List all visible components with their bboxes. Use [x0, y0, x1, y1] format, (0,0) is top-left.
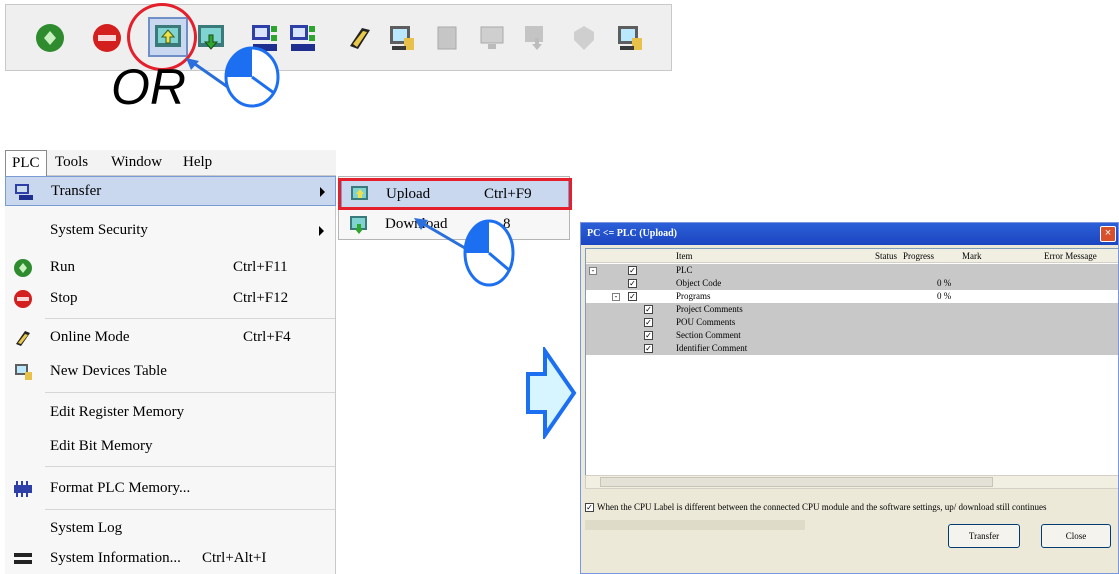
row-checkbox[interactable]: ✓ — [628, 266, 637, 275]
download-device-icon[interactable] — [287, 22, 319, 54]
transfer-icon — [14, 182, 34, 202]
menu-item-new-devices-table[interactable]: New Devices Table — [5, 357, 336, 387]
format-memory-icon — [13, 479, 33, 499]
stop-icon[interactable] — [91, 22, 123, 54]
menu-item-format-plc-memory[interactable]: Format PLC Memory... — [5, 474, 336, 504]
online-mode-icon[interactable] — [344, 22, 376, 54]
option-label: When the CPU Label is different between … — [597, 502, 1047, 512]
new-devices-table-icon[interactable] — [614, 22, 646, 54]
menu-bar: PLC Tools Window Help — [5, 150, 336, 176]
table-row[interactable]: ✓ Object Code 0 % — [586, 277, 1118, 290]
disabled-icon — [476, 22, 508, 54]
menu-separator — [45, 466, 335, 467]
download-icon — [349, 215, 369, 235]
plc-menu: Transfer System Security Run Ctrl+F11 St… — [5, 176, 336, 574]
menu-separator — [45, 318, 335, 319]
row-checkbox[interactable]: ✓ — [628, 292, 637, 301]
menu-item-system-information[interactable]: System Information... Ctrl+Alt+I — [5, 544, 336, 574]
table-row[interactable]: - ✓ PLC — [586, 264, 1118, 277]
mouse-icon — [224, 46, 280, 108]
menu-item-online-mode[interactable]: Online Mode Ctrl+F4 — [5, 323, 336, 353]
menu-item-system-security[interactable]: System Security — [5, 216, 336, 246]
horizontal-scrollbar[interactable] — [585, 475, 1118, 489]
close-icon[interactable]: × — [1100, 226, 1116, 242]
disabled-icon — [568, 22, 600, 54]
or-label: OR — [111, 59, 186, 115]
transfer-grid: Item Status Progress Mark Error Message … — [585, 248, 1118, 476]
upload-dialog: PC <= PLC (Upload) × Item Status Progres… — [580, 222, 1119, 574]
row-checkbox[interactable]: ✓ — [644, 305, 653, 314]
stop-icon — [13, 289, 33, 309]
menu-help[interactable]: Help — [183, 154, 212, 171]
menu-item-edit-register-memory[interactable]: Edit Register Memory — [5, 398, 336, 428]
close-button[interactable]: Close — [1041, 524, 1111, 548]
row-checkbox[interactable]: ✓ — [644, 331, 653, 340]
submenu-arrow-icon — [319, 226, 324, 236]
menu-window[interactable]: Window — [111, 154, 162, 171]
option-checkbox[interactable]: ✓ — [585, 503, 594, 513]
row-checkbox[interactable]: ✓ — [628, 279, 637, 288]
progress-value: 0 % — [937, 291, 952, 301]
progress-value: 0 % — [937, 278, 952, 288]
table-row[interactable]: - ✓ Programs 0 % — [586, 290, 1118, 303]
scrollbar-thumb[interactable] — [600, 477, 993, 487]
menu-separator — [45, 392, 335, 393]
table-row[interactable]: ✓ Project Comments — [586, 303, 1118, 316]
menu-tools[interactable]: Tools — [55, 154, 88, 171]
menu-plc[interactable]: PLC — [5, 150, 47, 176]
menu-item-transfer[interactable]: Transfer — [5, 176, 336, 206]
dialog-title: PC <= PLC (Upload) — [581, 223, 1118, 245]
column-item: Item — [676, 251, 693, 261]
disabled-icon — [431, 22, 463, 54]
column-mark: Mark — [962, 251, 982, 261]
plc-toolbar — [5, 4, 672, 71]
menu-item-run[interactable]: Run Ctrl+F11 — [5, 253, 336, 283]
mouse-icon — [463, 219, 515, 287]
online-mode-icon — [13, 328, 33, 348]
row-checkbox[interactable]: ✓ — [644, 318, 653, 327]
new-devices-table-icon[interactable] — [386, 22, 418, 54]
submenu-arrow-icon — [320, 187, 325, 197]
column-error-message: Error Message — [1044, 251, 1097, 261]
table-row[interactable]: ✓ POU Comments — [586, 316, 1118, 329]
menu-item-stop[interactable]: Stop Ctrl+F12 — [5, 284, 336, 314]
menu-separator — [45, 509, 335, 510]
menu-item-system-log[interactable]: System Log — [5, 514, 336, 544]
row-checkbox[interactable]: ✓ — [644, 344, 653, 353]
new-devices-table-icon — [13, 362, 33, 382]
table-row[interactable]: ✓ Section Comment — [586, 329, 1118, 342]
transfer-button[interactable]: Transfer — [948, 524, 1020, 548]
cpu-label-option[interactable]: ✓ When the CPU Label is different between… — [585, 502, 1047, 513]
table-row[interactable]: ✓ Identifier Comment — [586, 342, 1118, 355]
disabled-option — [585, 520, 805, 530]
column-progress: Progress — [903, 251, 934, 261]
run-icon[interactable] — [34, 22, 66, 54]
system-information-icon — [13, 549, 33, 569]
run-icon — [13, 258, 33, 278]
tree-toggle-icon[interactable]: - — [589, 267, 597, 275]
tree-toggle-icon[interactable]: - — [612, 293, 620, 301]
right-arrow-icon — [526, 347, 577, 439]
highlight-rectangle — [338, 178, 572, 210]
menu-item-edit-bit-memory[interactable]: Edit Bit Memory — [5, 432, 336, 462]
grid-header: Item Status Progress Mark Error Message — [586, 249, 1118, 263]
column-status: Status — [875, 251, 898, 261]
disabled-icon — [521, 22, 553, 54]
